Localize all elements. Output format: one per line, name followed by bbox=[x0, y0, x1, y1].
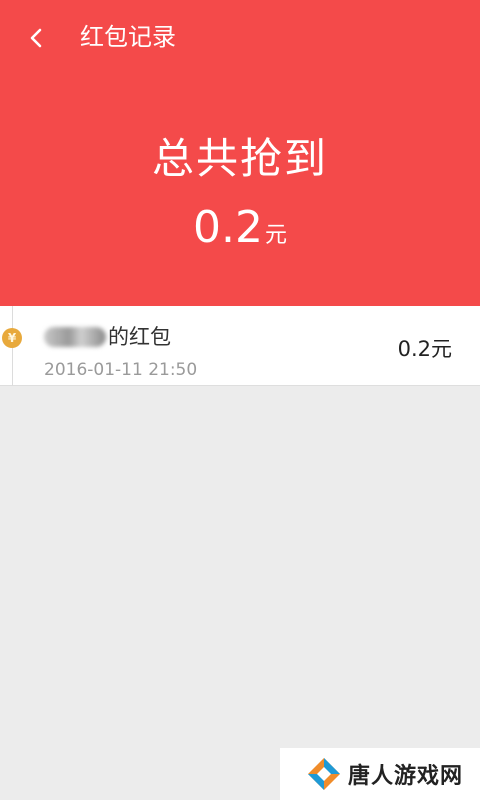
screen: 红包记录 总共抢到 0.2元 ¥ 的红包 2016-01-11 21:50 0.… bbox=[0, 0, 480, 800]
record-sender: 的红包 bbox=[44, 322, 171, 352]
total-amount-value: 0.2 bbox=[193, 202, 263, 253]
total-received-label: 总共抢到 bbox=[151, 134, 328, 183]
total-received-amount: 0.2元 bbox=[0, 200, 480, 265]
record-sender-suffix: 的红包 bbox=[108, 325, 171, 349]
page-title: 红包记录 bbox=[80, 23, 176, 51]
red-packet-record-list: ¥ 的红包 2016-01-11 21:50 0.2元 bbox=[0, 306, 480, 386]
watermark-text: 唐人游戏网 bbox=[348, 764, 464, 789]
back-button[interactable] bbox=[14, 16, 58, 60]
chevron-left-icon bbox=[30, 28, 42, 48]
coin-icon: ¥ bbox=[2, 328, 22, 348]
summary-header: 红包记录 总共抢到 0.2元 bbox=[0, 0, 480, 306]
record-amount: 0.2元 bbox=[397, 337, 452, 361]
total-amount-unit: 元 bbox=[264, 223, 287, 248]
site-watermark: 唐人游戏网 bbox=[280, 748, 480, 800]
diamond-logo-icon bbox=[308, 758, 340, 790]
blurred-sender-name bbox=[44, 327, 106, 347]
record-timestamp: 2016-01-11 21:50 bbox=[44, 360, 198, 380]
